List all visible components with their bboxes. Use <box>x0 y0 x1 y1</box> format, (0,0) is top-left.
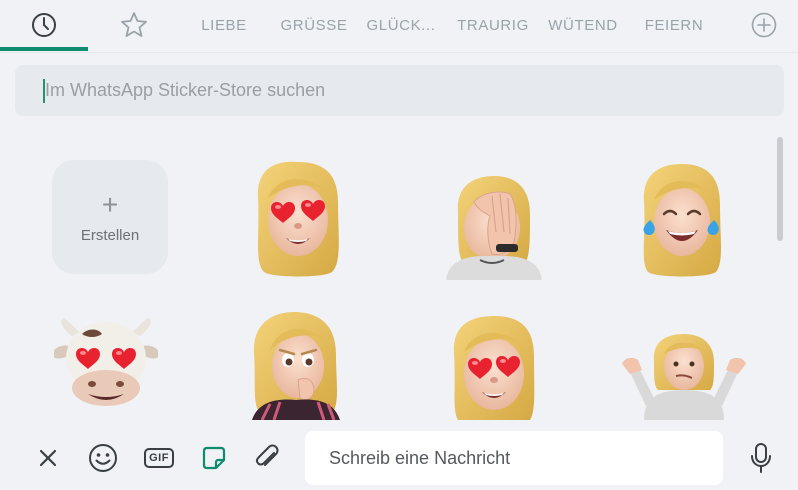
voice-message-button[interactable] <box>745 442 777 474</box>
gif-icon: GIF <box>144 448 174 468</box>
tab-traurig[interactable]: TRAURIG <box>453 0 533 50</box>
scrollbar[interactable] <box>777 137 783 241</box>
tab-label: GLÜCK... <box>366 16 436 34</box>
active-tab-indicator <box>0 47 88 51</box>
close-sticker-panel-button[interactable] <box>32 442 64 474</box>
message-input[interactable] <box>305 431 723 485</box>
tab-recent[interactable] <box>18 0 70 50</box>
tab-glueck[interactable]: GLÜCK... <box>362 0 440 50</box>
text-cursor <box>43 79 45 103</box>
tab-favorites[interactable] <box>108 0 160 50</box>
sticker-button[interactable] <box>198 442 230 474</box>
plus-icon: + <box>101 188 119 220</box>
tab-liebe[interactable]: LIEBE <box>196 0 252 50</box>
tab-label: WÜTEND <box>548 16 618 34</box>
tab-wuetend[interactable]: WÜTEND <box>543 0 623 50</box>
plus-circle-icon <box>751 12 777 38</box>
sticker-memoji-nervous[interactable] <box>248 310 344 420</box>
tab-label: LIEBE <box>201 16 247 34</box>
close-icon <box>39 449 57 467</box>
attach-button[interactable] <box>252 442 284 474</box>
smiley-icon <box>89 444 117 472</box>
tab-label: FEIERN <box>644 16 704 34</box>
emoji-button[interactable] <box>87 442 119 474</box>
gif-button[interactable]: GIF <box>142 442 176 474</box>
sticker-icon <box>202 446 226 470</box>
sticker-memoji-heart-eyes[interactable] <box>246 158 350 280</box>
tab-label: GRÜSSE <box>280 16 348 34</box>
microphone-icon <box>751 443 771 473</box>
message-composer-bar: GIF <box>0 420 798 490</box>
paperclip-icon <box>255 444 279 466</box>
sticker-memoji-tears-of-joy[interactable] <box>636 162 728 278</box>
sticker-memoji-shrug[interactable] <box>618 332 750 420</box>
sticker-search-input[interactable] <box>15 65 784 116</box>
gif-label: GIF <box>149 452 169 464</box>
create-sticker-button[interactable]: + Erstellen <box>52 160 168 274</box>
sticker-grid: + Erstellen <box>0 130 798 420</box>
star-icon <box>121 12 147 37</box>
message-input-box <box>305 431 723 485</box>
sticker-memoji-facepalm[interactable] <box>444 172 544 280</box>
sticker-memoji-heart-eyes-2[interactable] <box>444 314 544 420</box>
tab-label: TRAURIG <box>457 16 529 34</box>
clock-icon <box>32 13 56 37</box>
sticker-category-bar: LIEBE GRÜSSE GLÜCK... TRAURIG WÜTEND FEI… <box>0 0 798 53</box>
tab-feiern[interactable]: FEIERN <box>640 0 708 50</box>
tab-gruesse[interactable]: GRÜSSE <box>275 0 353 50</box>
sticker-cow-heart-eyes[interactable] <box>54 314 158 410</box>
add-sticker-pack-button[interactable] <box>746 0 782 50</box>
sticker-search-bar <box>15 65 784 116</box>
create-sticker-label: Erstellen <box>80 226 140 244</box>
